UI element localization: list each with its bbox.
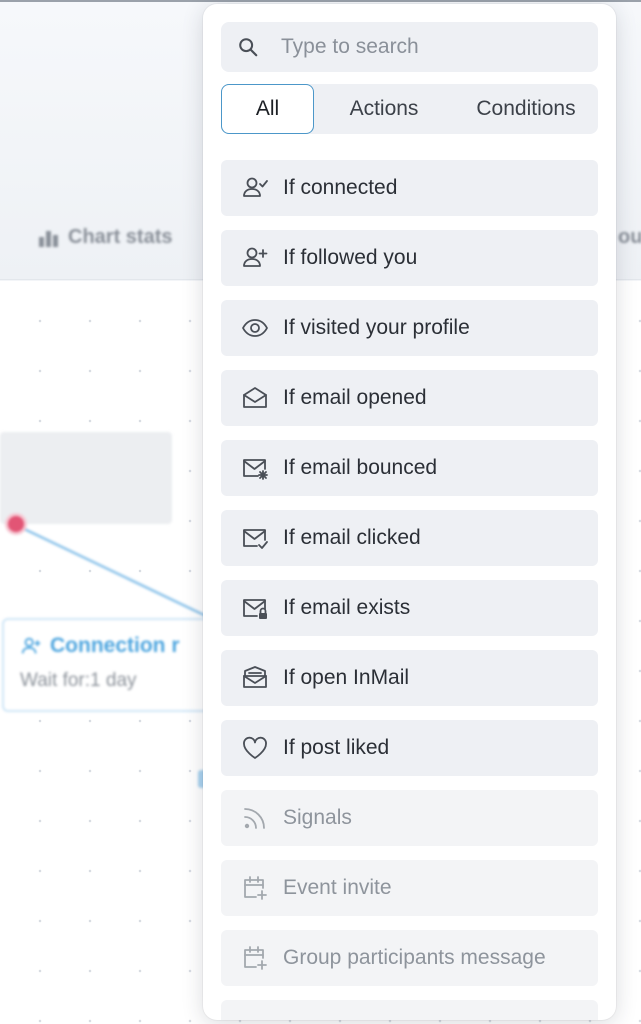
list-item-label: If email exists — [283, 596, 411, 619]
node-subtitle: Wait for:1 day — [20, 670, 137, 691]
list-item-if-email-bounced[interactable]: If email bounced — [221, 440, 598, 496]
list-item-label: If email bounced — [283, 456, 438, 479]
chart-stats-button[interactable]: Chart stats — [38, 226, 172, 249]
list-item-label: If open InMail — [283, 666, 410, 689]
inmail-icon — [241, 664, 271, 692]
list-item-if-followed-you[interactable]: If followed you — [221, 230, 598, 286]
node-connector-dot[interactable] — [5, 513, 27, 535]
step-list: If connected If followed you If visited … — [221, 160, 598, 1020]
calendar-plus-icon — [241, 874, 271, 902]
eye-icon — [241, 314, 271, 342]
list-item-label: Signals — [283, 806, 352, 829]
list-item-label: If connected — [283, 176, 398, 199]
search-icon — [239, 38, 258, 57]
list-item-label: If email opened — [283, 386, 427, 409]
list-item-signals[interactable]: Signals — [221, 790, 598, 846]
envelope-check-icon — [241, 524, 271, 552]
envelope-bounce-icon — [241, 454, 271, 482]
list-item-label: Group participants message — [283, 946, 546, 969]
rss-icon — [241, 804, 271, 832]
calendar-plus-icon — [241, 944, 271, 972]
tab-actions[interactable]: Actions — [314, 84, 454, 134]
filter-tabs: All Actions Conditions — [221, 84, 598, 134]
envelope-open-icon — [241, 384, 271, 412]
list-item-label: If post liked — [283, 736, 390, 759]
toolbar-item-right[interactable]: ou — [618, 226, 641, 249]
envelope-lock-icon — [241, 594, 271, 622]
user-plus-icon — [21, 637, 41, 654]
connection-request-node[interactable]: Connection r Wait for:1 day — [2, 618, 232, 712]
node-title: Connection r — [50, 634, 180, 657]
list-item-if-visited-profile[interactable]: If visited your profile — [221, 300, 598, 356]
bar-chart-icon — [39, 230, 58, 247]
list-item-if-email-opened[interactable]: If email opened — [221, 370, 598, 426]
heart-icon — [241, 734, 271, 762]
step-picker-dropdown: All Actions Conditions If connected If f… — [203, 4, 616, 1020]
workflow-node-placeholder[interactable] — [0, 432, 172, 524]
user-plus-icon — [241, 244, 271, 272]
user-check-icon — [241, 174, 271, 202]
tab-conditions[interactable]: Conditions — [454, 84, 598, 134]
search-input[interactable] — [281, 35, 581, 59]
list-item-partial[interactable] — [221, 1000, 598, 1020]
list-item-group-participants-message[interactable]: Group participants message — [221, 930, 598, 986]
list-item-if-email-clicked[interactable]: If email clicked — [221, 510, 598, 566]
tab-all[interactable]: All — [221, 84, 314, 134]
list-item-label: If email clicked — [283, 526, 421, 549]
list-item-if-email-exists[interactable]: If email exists — [221, 580, 598, 636]
list-item-if-post-liked[interactable]: If post liked — [221, 720, 598, 776]
list-item-label: If followed you — [283, 246, 418, 269]
list-item-label: If visited your profile — [283, 316, 470, 339]
list-item-label: Event invite — [283, 876, 392, 899]
list-item-if-open-inmail[interactable]: If open InMail — [221, 650, 598, 706]
list-item-if-connected[interactable]: If connected — [221, 160, 598, 216]
list-item-event-invite[interactable]: Event invite — [221, 860, 598, 916]
chart-stats-label: Chart stats — [68, 226, 173, 248]
search-box[interactable] — [221, 22, 598, 72]
